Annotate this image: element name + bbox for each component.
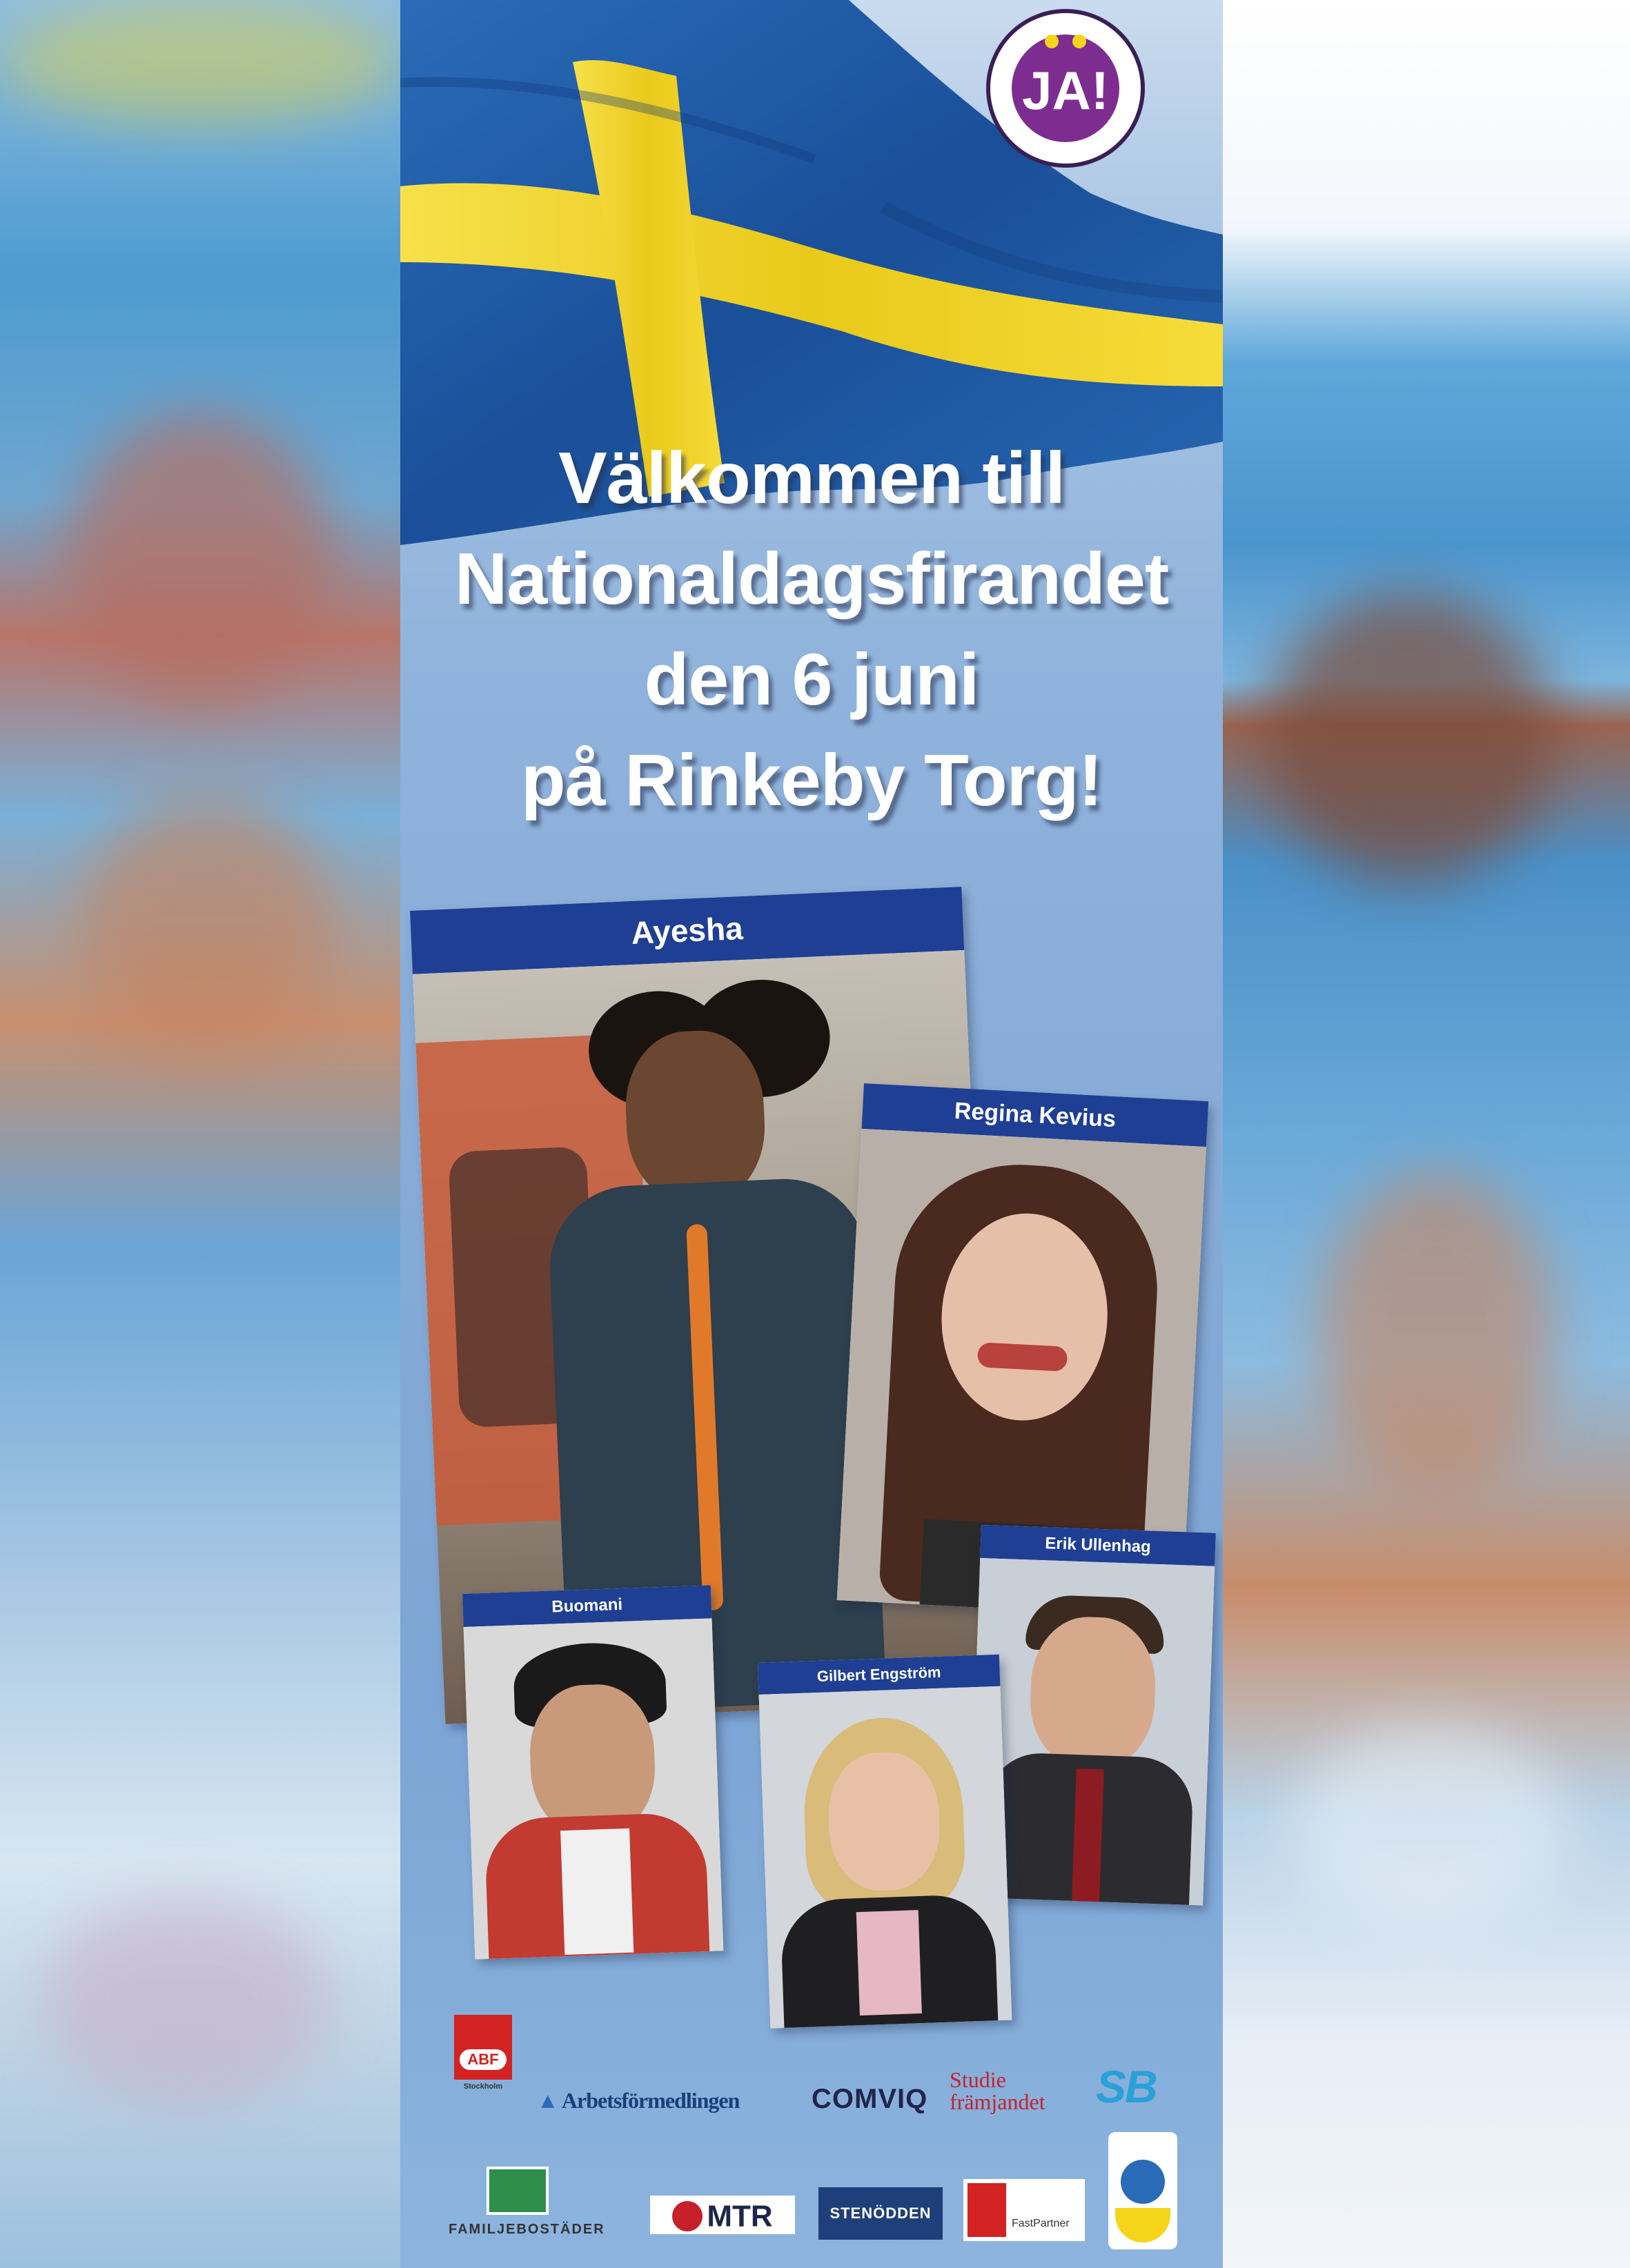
abf-logo: ABF Stockholm	[454, 2015, 512, 2104]
studieframjandet-logo: Studie främjandet	[950, 2067, 1045, 2114]
headline-line-3: den 6 juni	[644, 639, 980, 720]
blurred-background-right	[1223, 0, 1630, 2268]
performer-card-buomani: Buomani	[462, 1585, 724, 1960]
familjebostader-logo: FAMILJEBOSTÄDER	[449, 2167, 604, 2238]
sb-logo: SB	[1096, 2061, 1158, 2112]
event-poster: JA! Välkommen till Nationaldagsfirandet …	[400, 0, 1223, 2268]
abf-logo-text: ABF	[460, 2049, 507, 2070]
basketball-club-logo	[1108, 2132, 1177, 2249]
performer-photo	[758, 1686, 1012, 2029]
headline-line-4: på Rinkeby Torg!	[521, 740, 1103, 821]
fastpartner-logo: FastPartner	[963, 2179, 1085, 2241]
comviq-logo: COMVIQ	[812, 2084, 928, 2114]
headline-line-1: Välkommen till	[558, 437, 1066, 519]
ja-badge-logo: JA!	[986, 9, 1145, 168]
headline-line-2: Nationaldagsfirandet	[454, 538, 1169, 620]
badge-main-text: JA!	[1022, 60, 1109, 121]
performer-photo	[463, 1618, 724, 1960]
stenodden-logo: STENÖDDEN	[818, 2187, 943, 2240]
headline: Välkommen till Nationaldagsfirandet den …	[400, 428, 1223, 831]
mtr-logo: MTR	[650, 2196, 795, 2234]
sponsor-logos: ABF Stockholm ▲ Arbetsförmedlingen COMVI…	[400, 2015, 1223, 2268]
blurred-background-left	[0, 0, 400, 2268]
arbetsformedlingen-logo: ▲ Arbetsförmedlingen	[537, 2088, 740, 2113]
performer-card-gilbert-engstrom: Gilbert Engström	[758, 1654, 1012, 2029]
